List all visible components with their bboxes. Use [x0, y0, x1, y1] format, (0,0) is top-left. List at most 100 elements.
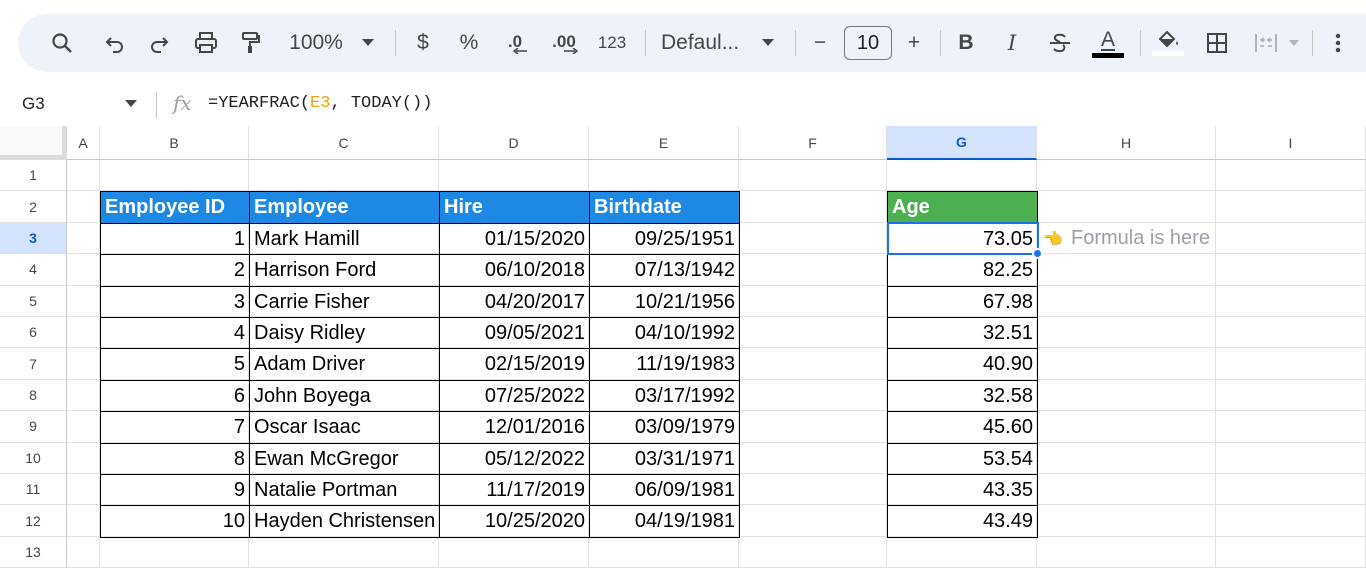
- table-cell[interactable]: 11/19/1983: [589, 348, 740, 381]
- grid-cell[interactable]: [1037, 411, 1216, 443]
- table-cell[interactable]: Daisy Ridley: [249, 317, 440, 350]
- grid-cell[interactable]: [1037, 442, 1216, 474]
- grid-cell[interactable]: [67, 411, 100, 443]
- table-cell[interactable]: 7: [100, 411, 250, 444]
- table-cell[interactable]: 04/20/2017: [439, 285, 590, 318]
- grid-cell[interactable]: [67, 222, 100, 255]
- age-value-cell[interactable]: 32.51: [887, 317, 1038, 350]
- table-header-cell[interactable]: Hire: [439, 191, 590, 224]
- font-dropdown-icon[interactable]: [758, 14, 778, 72]
- grid-cell[interactable]: [1216, 411, 1366, 443]
- grid-cell[interactable]: [1037, 317, 1216, 349]
- column-header-d[interactable]: D: [439, 126, 589, 160]
- strikethrough-icon[interactable]: [1046, 14, 1074, 72]
- age-value-cell[interactable]: 53.54: [887, 442, 1038, 475]
- table-cell[interactable]: Oscar Isaac: [249, 411, 440, 444]
- age-value-cell[interactable]: 67.98: [887, 285, 1038, 318]
- table-cell[interactable]: 01/15/2020: [439, 222, 590, 256]
- row-header-2[interactable]: 2: [0, 191, 67, 223]
- age-value-cell[interactable]: 40.90: [887, 348, 1038, 381]
- grid-cell[interactable]: [249, 160, 439, 192]
- grid-cell[interactable]: [67, 317, 100, 349]
- table-header-cell[interactable]: Employee ID: [100, 191, 250, 224]
- grid-cell[interactable]: [589, 536, 739, 568]
- column-header-c[interactable]: C: [249, 126, 439, 160]
- borders-icon[interactable]: [1202, 14, 1232, 72]
- table-cell[interactable]: 8: [100, 442, 250, 475]
- row-header-4[interactable]: 4: [0, 254, 67, 286]
- currency-format-button[interactable]: $: [411, 14, 435, 72]
- age-value-cell[interactable]: 32.58: [887, 379, 1038, 413]
- row-header-6[interactable]: 6: [0, 317, 67, 349]
- table-cell[interactable]: 10/25/2020: [439, 505, 590, 538]
- age-value-cell[interactable]: 45.60: [887, 411, 1038, 444]
- age-value-cell[interactable]: 82.25: [887, 254, 1038, 287]
- grid-cell[interactable]: [1216, 348, 1366, 380]
- grid-cell[interactable]: [1037, 536, 1216, 568]
- grid-cell[interactable]: [249, 536, 439, 568]
- grid-cell[interactable]: [67, 191, 100, 223]
- grid-cell[interactable]: [1037, 505, 1216, 537]
- grid-cell[interactable]: [1037, 191, 1216, 223]
- grid-cell[interactable]: [739, 536, 887, 568]
- text-color-button[interactable]: A: [1090, 14, 1126, 72]
- column-header-e[interactable]: E: [589, 126, 739, 160]
- grid-cell[interactable]: [439, 160, 589, 192]
- grid-cell[interactable]: [739, 222, 887, 255]
- table-cell[interactable]: 02/15/2019: [439, 348, 590, 381]
- table-cell[interactable]: 10/21/1956: [589, 285, 740, 318]
- increase-font-size-button[interactable]: +: [902, 14, 926, 72]
- grid-cell[interactable]: [887, 536, 1037, 568]
- column-header-i[interactable]: I: [1216, 126, 1366, 160]
- grid-cell[interactable]: [739, 348, 887, 380]
- table-cell[interactable]: 2: [100, 254, 250, 287]
- table-cell[interactable]: Ewan McGregor: [249, 442, 440, 475]
- name-box-dropdown-icon[interactable]: [125, 100, 137, 108]
- table-cell[interactable]: 12/01/2016: [439, 411, 590, 444]
- grid-cell[interactable]: [1216, 317, 1366, 349]
- grid-cell[interactable]: [100, 160, 249, 192]
- grid-cell[interactable]: [739, 474, 887, 506]
- row-header-9[interactable]: 9: [0, 411, 67, 443]
- zoom-value[interactable]: 100%: [286, 14, 346, 72]
- grid-cell[interactable]: [1037, 160, 1216, 192]
- grid-cell[interactable]: [67, 348, 100, 380]
- grid-cell[interactable]: [739, 411, 887, 443]
- grid-cell[interactable]: [439, 536, 589, 568]
- grid-cell[interactable]: [1037, 474, 1216, 506]
- merge-dropdown-icon[interactable]: [1286, 14, 1302, 72]
- table-cell[interactable]: 03/31/1971: [589, 442, 740, 475]
- grid-cell[interactable]: [1216, 379, 1366, 412]
- undo-icon[interactable]: [100, 14, 130, 72]
- redo-icon[interactable]: [144, 14, 174, 72]
- row-header-5[interactable]: 5: [0, 285, 67, 317]
- grid-cell[interactable]: [1216, 160, 1366, 192]
- table-cell[interactable]: 05/12/2022: [439, 442, 590, 475]
- age-header-cell[interactable]: Age: [887, 191, 1038, 224]
- decrease-decimal-button[interactable]: .0: [500, 14, 530, 72]
- grid-cell[interactable]: [739, 254, 887, 286]
- grid-cell[interactable]: [739, 442, 887, 474]
- zoom-dropdown-icon[interactable]: [358, 14, 378, 72]
- age-value-cell[interactable]: 73.05: [887, 222, 1038, 256]
- grid-cell[interactable]: [739, 379, 887, 412]
- table-header-cell[interactable]: Birthdate: [589, 191, 740, 224]
- age-value-cell[interactable]: 43.35: [887, 474, 1038, 507]
- grid-cell[interactable]: [1216, 536, 1366, 568]
- row-header-12[interactable]: 12: [0, 505, 67, 537]
- name-box[interactable]: G3: [22, 94, 45, 114]
- more-formats-button[interactable]: 123: [595, 14, 629, 72]
- grid-cell[interactable]: [1216, 254, 1366, 286]
- row-header-1[interactable]: 1: [0, 160, 67, 192]
- grid-cell[interactable]: [887, 160, 1037, 192]
- row-header-8[interactable]: 8: [0, 379, 67, 412]
- grid-cell[interactable]: [739, 317, 887, 349]
- search-menus-icon[interactable]: [46, 14, 78, 72]
- table-cell[interactable]: 06/09/1981: [589, 474, 740, 507]
- table-cell[interactable]: Hayden Christensen: [249, 505, 440, 538]
- grid-cell[interactable]: [67, 160, 100, 192]
- table-header-cell[interactable]: Employee: [249, 191, 440, 224]
- increase-decimal-button[interactable]: .00: [546, 14, 582, 72]
- table-cell[interactable]: John Boyega: [249, 379, 440, 413]
- column-header-h[interactable]: H: [1037, 126, 1216, 160]
